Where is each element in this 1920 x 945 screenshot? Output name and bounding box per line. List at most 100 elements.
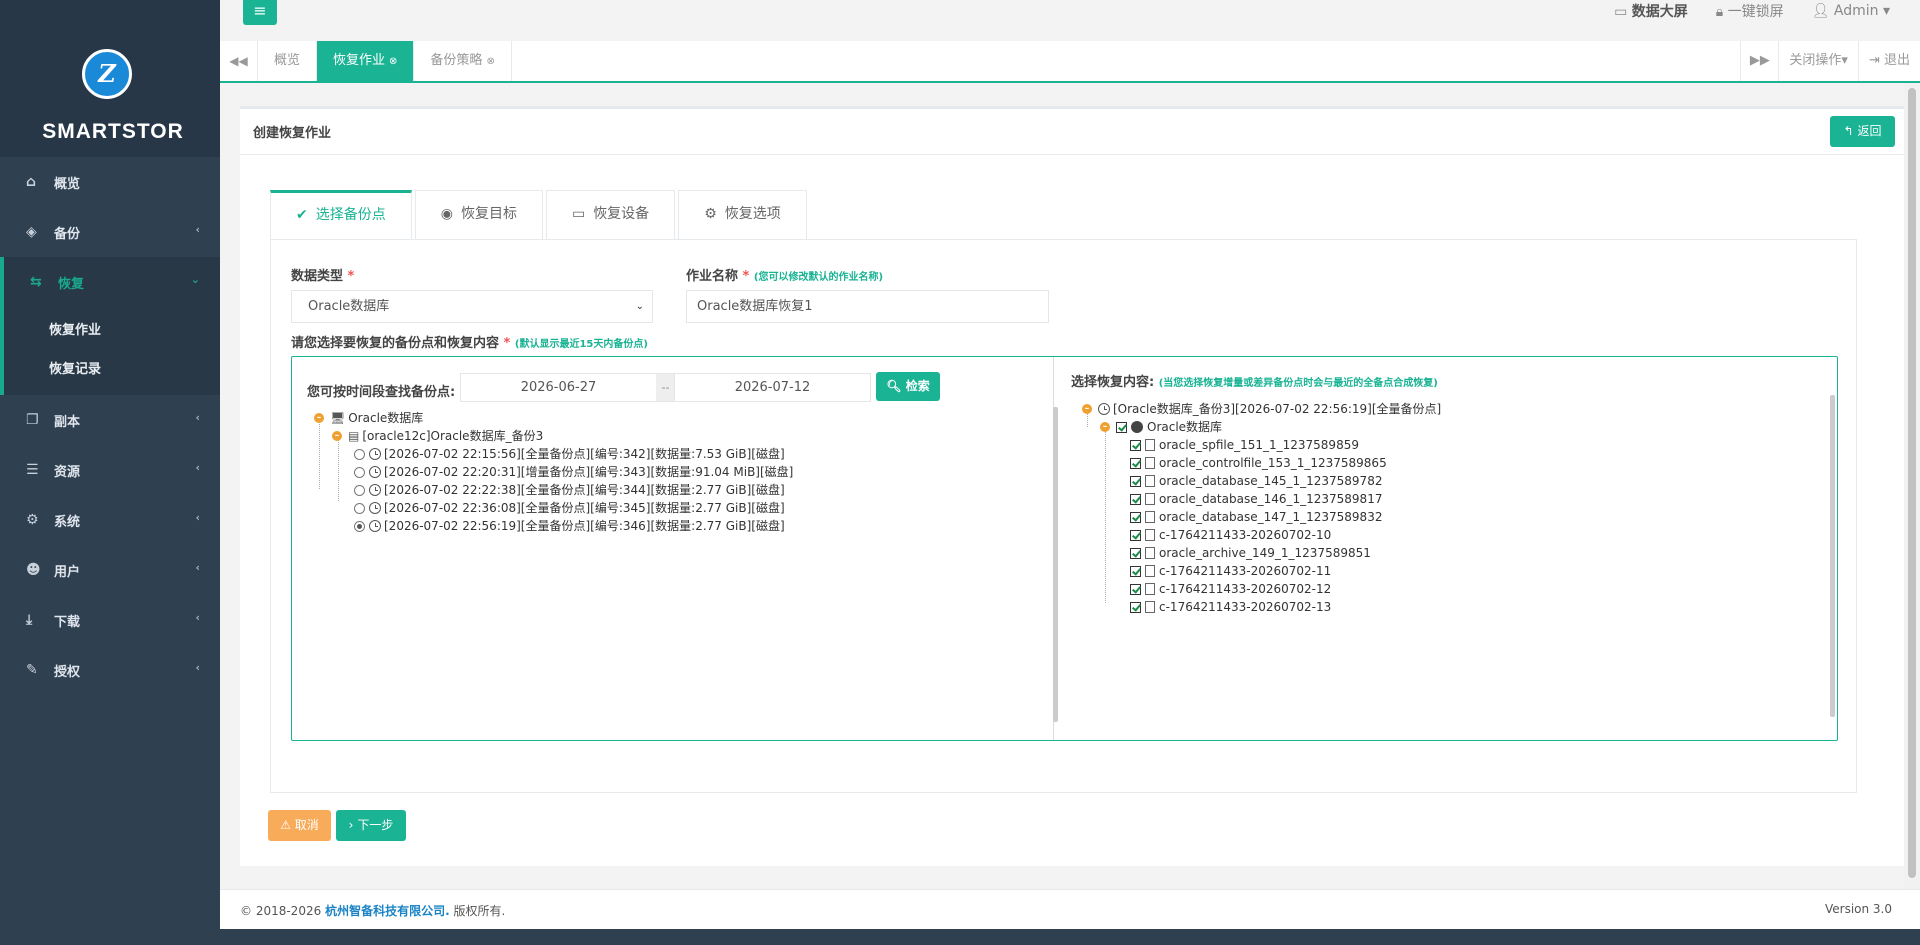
return-button[interactable]: ↰ 返回 (1830, 116, 1895, 147)
file-icon (1145, 511, 1155, 523)
checkbox[interactable] (1130, 511, 1141, 523)
right-pane-scrollbar[interactable] (1830, 395, 1835, 717)
checkbox[interactable] (1130, 565, 1141, 577)
sidebar-item-label: 资源 (54, 464, 81, 480)
data-type-label: 数据类型 * (291, 265, 354, 284)
cube-icon: ◈ (26, 224, 37, 240)
search-button[interactable]: 🔍︎ 检索 (876, 372, 940, 401)
file-label: oracle_database_146_1_1237589817 (1159, 492, 1383, 506)
checkbox[interactable] (1116, 421, 1127, 433)
restore-file-item[interactable]: oracle_database_147_1_1237589832 (1082, 508, 1441, 526)
restore-file-item[interactable]: oracle_database_146_1_1237589817 (1082, 490, 1441, 508)
backup-point-item[interactable]: [2026-07-02 22:22:38][全量备份点][编号:344][数据量… (314, 481, 793, 499)
next-step-button[interactable]: › 下一步 (336, 810, 406, 841)
cancel-button[interactable]: ⚠ 取消 (268, 810, 331, 841)
document-icon: ▤ (348, 429, 360, 443)
radio-button-selected[interactable] (354, 520, 365, 532)
checkbox[interactable] (1130, 493, 1141, 505)
checkbox[interactable] (1130, 475, 1141, 487)
radio-button[interactable] (354, 466, 365, 478)
logout-button[interactable]: ⇥ 退出 (1857, 41, 1920, 81)
close-icon[interactable]: ⊗ (486, 56, 494, 67)
radio-button[interactable] (354, 502, 365, 514)
tabs-scroll-right-button[interactable]: ▶▶ (1740, 41, 1778, 81)
dashboard-link[interactable]: ▭ 数据大屏 (1614, 1, 1688, 21)
lock-screen-link[interactable]: 🔒︎ 一键锁屏 (1716, 1, 1784, 21)
scrollbar-thumb[interactable] (1908, 88, 1916, 878)
tab-backup-policy[interactable]: 备份策略 ⊗ (414, 41, 512, 81)
checkbox[interactable] (1130, 529, 1141, 541)
page-scrollbar[interactable] (1904, 83, 1920, 889)
close-icon[interactable]: ⊗ (389, 56, 397, 67)
backup-point-item[interactable]: [2026-07-02 22:15:56][全量备份点][编号:342][数据量… (314, 445, 793, 463)
sidebar-item-replica[interactable]: ❐ 副本 ‹ (0, 395, 220, 445)
tab-restore-device[interactable]: ▭ 恢复设备 (545, 190, 676, 239)
data-type-select[interactable]: Oracle数据库 ⌄ (291, 290, 653, 323)
file-icon (1145, 583, 1155, 595)
sidebar-item-overview[interactable]: ⌂ 概览 (0, 157, 220, 207)
tab-overview[interactable]: 概览 (258, 41, 318, 81)
sidebar-item-resource[interactable]: ☰ 资源 ‹ (0, 445, 220, 495)
radio-button[interactable] (354, 484, 365, 496)
collapse-icon[interactable]: – (1100, 422, 1110, 432)
backup-point-item[interactable]: [2026-07-02 22:20:31][增量备份点][编号:343][数据量… (314, 463, 793, 481)
backup-point-label: [2026-07-02 22:20:31][增量备份点][编号:343][数据量… (384, 465, 794, 479)
tree-node-backup-job[interactable]: – ▤ [oracle12c]Oracle数据库_备份3 (314, 427, 793, 445)
sidebar-item-license[interactable]: ✎ 授权 ‹ (0, 645, 220, 695)
restore-file-item[interactable]: c-1764211433-20260702-12 (1082, 580, 1441, 598)
sidebar-item-backup[interactable]: ◈ 备份 ‹ (0, 207, 220, 257)
cancel-label: 取消 (294, 818, 319, 832)
backup-point-item[interactable]: [2026-07-02 22:36:08][全量备份点][编号:345][数据量… (314, 499, 793, 517)
restore-file-item[interactable]: c-1764211433-20260702-11 (1082, 562, 1441, 580)
menu-toggle-button[interactable]: ≡ (243, 0, 277, 25)
wizard-tab-label: 选择备份点 (315, 207, 386, 223)
restore-file-item[interactable]: oracle_spfile_151_1_1237589859 (1082, 436, 1441, 454)
job-name-input[interactable]: Oracle数据库恢复1 (686, 290, 1049, 323)
end-date-input[interactable]: 2026-07-12 (674, 373, 871, 402)
file-icon (1145, 565, 1155, 577)
sidebar-subitem-restore-record[interactable]: 恢复记录 (4, 350, 220, 389)
server-icon: ☰ (26, 462, 39, 478)
start-date-input[interactable]: 2026-06-27 (460, 373, 657, 402)
chevron-left-icon: ‹ (195, 611, 200, 624)
collapse-icon[interactable]: – (314, 413, 324, 423)
company-link[interactable]: 杭州智备科技有限公司. (325, 904, 450, 918)
restore-file-item[interactable]: c-1764211433-20260702-10 (1082, 526, 1441, 544)
checkbox[interactable] (1130, 601, 1141, 613)
sidebar-item-label: 备份 (54, 226, 81, 242)
cogs-icon: ⚙ (26, 512, 39, 528)
file-label: oracle_database_147_1_1237589832 (1159, 510, 1383, 524)
checkbox[interactable] (1130, 439, 1141, 451)
sidebar-subitem-restore-job[interactable]: 恢复作业 (4, 311, 220, 350)
user-menu[interactable]: 👤︎ Admin ▾ (1812, 3, 1890, 19)
logo-icon: Z (82, 49, 132, 99)
collapse-icon[interactable]: – (332, 431, 342, 441)
restore-file-item[interactable]: oracle_database_145_1_1237589782 (1082, 472, 1441, 490)
backup-point-item-selected[interactable]: [2026-07-02 22:56:19][全量备份点][编号:346][数据量… (314, 517, 793, 535)
chevron-left-icon: ‹ (195, 223, 200, 236)
restore-file-item[interactable]: c-1764211433-20260702-13 (1082, 598, 1441, 616)
checkbox[interactable] (1130, 457, 1141, 469)
sidebar-item-restore[interactable]: ⇆ 恢复 ⌄ (0, 257, 220, 307)
restore-file-item[interactable]: oracle_archive_149_1_1237589851 (1082, 544, 1441, 562)
checkbox[interactable] (1130, 547, 1141, 559)
tab-restore-job[interactable]: 恢复作业 ⊗ (317, 41, 415, 81)
tab-restore-target[interactable]: ◉ 恢复目标 (414, 190, 543, 239)
tab-select-backup-point[interactable]: ✔ 选择备份点 (270, 190, 412, 239)
tree-node-database[interactable]: – Oracle数据库 (1082, 418, 1441, 436)
collapse-icon[interactable]: – (1082, 404, 1092, 414)
tab-label: 备份策略 (430, 53, 483, 68)
sidebar-item-users[interactable]: ☻ 用户 ‹ (0, 545, 220, 595)
tab-restore-options[interactable]: ⚙ 恢复选项 (678, 190, 807, 239)
tree-node-backup-point[interactable]: – [Oracle数据库_备份3][2026-07-02 22:56:19][全量… (1082, 400, 1441, 418)
tabs-scroll-left-button[interactable]: ◀◀ (220, 41, 258, 81)
sidebar-item-label: 概览 (54, 176, 81, 192)
sidebar-item-download[interactable]: ⤓ 下载 ‹ (0, 595, 220, 645)
sidebar-item-system[interactable]: ⚙ 系统 ‹ (0, 495, 220, 545)
user-label: Admin (1833, 3, 1879, 19)
tree-node-root[interactable]: – 🖥︎ Oracle数据库 (314, 409, 793, 427)
close-operations-dropdown[interactable]: 关闭操作▾ (1778, 41, 1858, 81)
checkbox[interactable] (1130, 583, 1141, 595)
restore-file-item[interactable]: oracle_controlfile_153_1_1237589865 (1082, 454, 1441, 472)
radio-button[interactable] (354, 448, 365, 460)
